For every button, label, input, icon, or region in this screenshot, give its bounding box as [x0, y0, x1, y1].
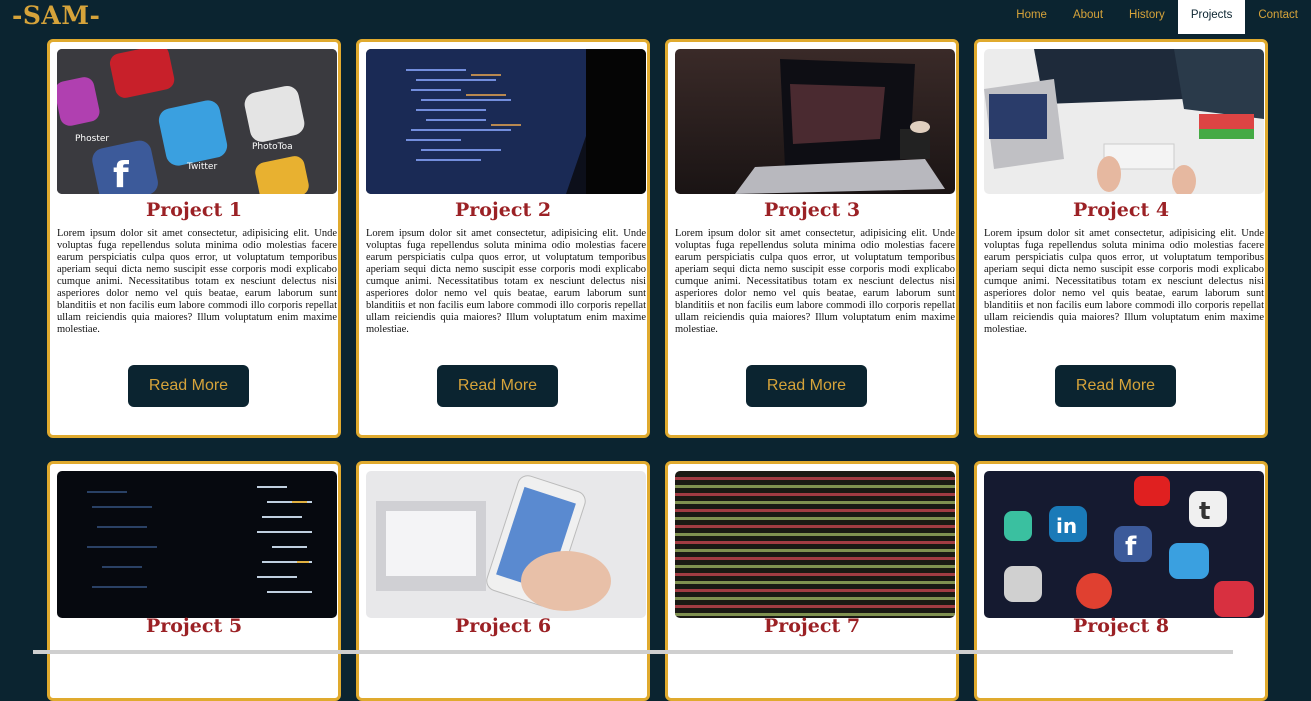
nav-contact[interactable]: Contact: [1245, 0, 1311, 34]
project-5-image: [57, 471, 337, 618]
project-card-2: Project 2 Lorem ipsum dolor sit amet con…: [356, 39, 650, 438]
svg-text:PhotoToa: PhotoToa: [252, 142, 293, 152]
project-card-1: f Phoster PhotoToa Twitter Project 1 Lor…: [47, 39, 341, 438]
project-1-read-more-button[interactable]: Read More: [128, 365, 249, 407]
svg-text:in: in: [1056, 514, 1077, 538]
project-4-read-more-button[interactable]: Read More: [1055, 365, 1176, 407]
project-2-image: [366, 49, 646, 194]
project-8-title: Project 8: [1072, 615, 1170, 637]
project-2-description: Lorem ipsum dolor sit amet consectetur, …: [366, 228, 646, 335]
project-4-image: [984, 49, 1264, 194]
project-1-title: Project 1: [145, 199, 243, 221]
project-4-description: Lorem ipsum dolor sit amet consectetur, …: [984, 228, 1264, 335]
svg-text:f: f: [113, 155, 129, 194]
project-card-3: Project 3 Lorem ipsum dolor sit amet con…: [665, 39, 959, 438]
project-card-4: Project 4 Lorem ipsum dolor sit amet con…: [974, 39, 1268, 438]
svg-text:Twitter: Twitter: [186, 162, 217, 172]
project-1-description: Lorem ipsum dolor sit amet consectetur, …: [57, 228, 337, 335]
project-2-title: Project 2: [454, 199, 552, 221]
project-4-title: Project 4: [1072, 199, 1170, 221]
project-3-image: [675, 49, 955, 194]
project-1-image: f Phoster PhotoToa Twitter: [57, 49, 337, 194]
project-card-8: in f t Project 8: [974, 461, 1268, 701]
project-3-read-more-button[interactable]: Read More: [746, 365, 867, 407]
project-6-title: Project 6: [454, 615, 552, 637]
navbar: -SAM- Home About History Projects Contac…: [0, 0, 1311, 34]
nav-about[interactable]: About: [1060, 0, 1116, 34]
project-7-image: [675, 471, 955, 618]
project-5-title: Project 5: [145, 615, 243, 637]
horizontal-scrollbar[interactable]: [33, 650, 1233, 654]
project-2-read-more-button[interactable]: Read More: [437, 365, 558, 407]
brand-logo[interactable]: -SAM-: [12, 1, 100, 30]
nav-home[interactable]: Home: [1003, 0, 1060, 34]
project-3-title: Project 3: [763, 199, 861, 221]
nav-links: Home About History Projects Contact: [1003, 0, 1311, 34]
svg-text:Phoster: Phoster: [75, 134, 109, 144]
project-card-7: Project 7: [665, 461, 959, 701]
project-card-5: Project 5: [47, 461, 341, 701]
nav-history[interactable]: History: [1116, 0, 1178, 34]
svg-text:t: t: [1199, 497, 1210, 525]
nav-projects[interactable]: Projects: [1177, 0, 1246, 34]
project-7-title: Project 7: [763, 615, 861, 637]
project-3-description: Lorem ipsum dolor sit amet consectetur, …: [675, 228, 955, 335]
project-8-image: in f t: [984, 471, 1264, 618]
project-card-6: Project 6: [356, 461, 650, 701]
svg-text:f: f: [1125, 532, 1137, 562]
project-6-image: [366, 471, 646, 618]
